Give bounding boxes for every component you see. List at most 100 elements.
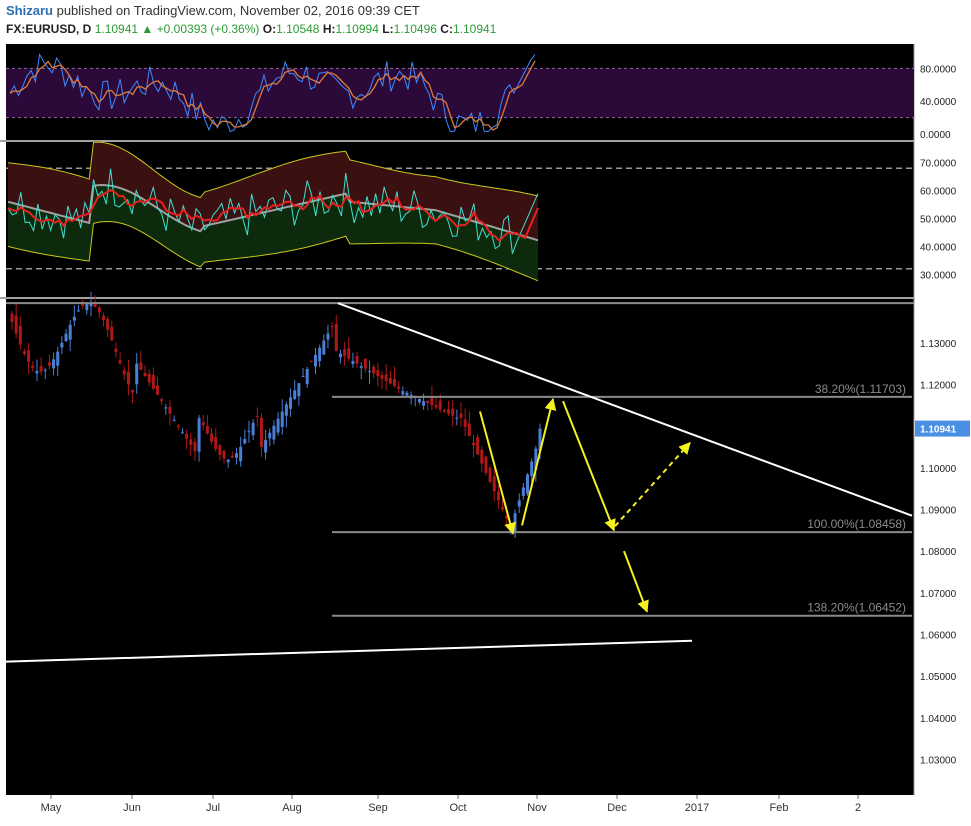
candle-body	[388, 377, 392, 384]
last-price: 1.10941	[94, 22, 139, 36]
time-axis-label: Oct	[449, 802, 466, 814]
candle-body	[417, 399, 421, 403]
candle-body	[189, 439, 193, 445]
candle-body	[214, 436, 218, 450]
candle-body	[235, 453, 239, 458]
candle-body	[309, 360, 313, 362]
candle-body	[347, 348, 351, 359]
candle-body	[480, 449, 484, 464]
candle-body	[31, 365, 35, 368]
ohlc-legend: FX:EURUSD, D 1.10941 ▲ +0.00393 (+0.36%)…	[6, 22, 496, 36]
candle-body	[305, 369, 309, 385]
candle-body	[239, 446, 243, 462]
price-tick-label: 1.12000	[920, 380, 957, 391]
chart-header: Shizaru published on TradingView.com, No…	[0, 0, 971, 42]
candle-body	[180, 432, 184, 434]
publish-info: Shizaru published on TradingView.com, No…	[6, 3, 420, 18]
candle-body	[289, 397, 293, 409]
candle-body	[521, 487, 525, 496]
candle-body	[463, 419, 467, 427]
candle-body	[264, 439, 268, 453]
candle-body	[484, 456, 488, 473]
candle-body	[126, 371, 130, 385]
candle-body	[459, 413, 463, 418]
candle-body	[455, 417, 459, 419]
close-label: C:	[440, 22, 453, 36]
candle-body	[434, 405, 438, 408]
candle-body	[276, 418, 280, 433]
author-name[interactable]: Shizaru	[6, 3, 53, 18]
chart-area[interactable]: 80.0000 40.0000 0.0000 70.0000 60.0000 50.000…	[0, 42, 971, 821]
candle-body	[272, 425, 276, 440]
candle-body	[143, 373, 147, 377]
rsi-tick-label: 60.0000	[920, 187, 957, 198]
candle-body	[97, 307, 101, 313]
candle-body	[247, 430, 251, 432]
high-value: 1.10994	[335, 22, 379, 36]
candle-body	[471, 442, 475, 446]
candle-body	[322, 340, 326, 355]
candle-body	[101, 315, 105, 321]
candle-body	[334, 323, 338, 352]
candle-body	[172, 419, 176, 421]
time-axis-label: Dec	[607, 802, 627, 814]
candle-body	[72, 316, 76, 321]
candle-body	[77, 310, 81, 312]
candle-body	[106, 318, 110, 330]
candle-body	[243, 439, 247, 444]
candle-body	[384, 374, 388, 382]
candle-body	[89, 304, 93, 307]
candle-body	[22, 351, 26, 355]
stochastic-tick-label: 40.0000	[920, 97, 957, 108]
candle-body	[60, 342, 64, 348]
price-change: +0.00393 (+0.36%)	[156, 22, 260, 36]
candle-body	[392, 378, 396, 387]
candle-body	[201, 422, 205, 426]
candle-body	[197, 418, 201, 452]
price-tick-label: 1.09000	[920, 505, 957, 516]
candle-body	[68, 324, 72, 340]
candle-body	[359, 366, 363, 368]
candle-body	[467, 423, 471, 437]
time-axis-background	[0, 795, 971, 821]
candle-body	[56, 351, 60, 366]
candle-body	[47, 362, 51, 366]
candle-body	[10, 313, 14, 322]
low-value: 1.10496	[393, 22, 437, 36]
candle-body	[255, 416, 259, 418]
high-label: H:	[322, 22, 336, 36]
time-axis-label: Feb	[770, 802, 789, 814]
candle-body	[380, 375, 384, 379]
candle-body	[151, 374, 155, 389]
candle-body	[164, 407, 168, 409]
price-tick-label: 1.06000	[920, 631, 957, 642]
fib-level-label: 100.00%(1.08458)	[807, 517, 906, 531]
price-tick-label: 1.10000	[920, 464, 957, 475]
candle-body	[297, 383, 301, 397]
candle-body	[284, 404, 288, 416]
candle-body	[372, 366, 376, 374]
time-axis-label: May	[41, 802, 62, 814]
candle-body	[488, 467, 492, 482]
candle-body	[368, 371, 372, 373]
publish-text: published on TradingView.com, November 0…	[56, 3, 420, 18]
candle-body	[122, 370, 126, 375]
candle-body	[530, 461, 534, 477]
candle-body	[222, 450, 226, 459]
candle-body	[526, 474, 530, 494]
fib-level-label: 38.20%(1.11703)	[815, 382, 906, 396]
candle-body	[35, 371, 39, 374]
candle-body	[218, 445, 222, 455]
low-label: L:	[382, 22, 394, 36]
current-price-label: 1.10941	[920, 425, 957, 436]
candle-body	[401, 391, 405, 395]
chart-svg[interactable]: 80.0000 40.0000 0.0000 70.0000 60.0000 50.000…	[0, 42, 971, 821]
rsi-tick-label: 40.0000	[920, 242, 957, 253]
candle-body	[85, 303, 89, 311]
candle-body	[230, 455, 234, 458]
rsi-tick-label: 50.0000	[920, 215, 957, 226]
candle-body	[496, 491, 500, 501]
candle-body	[343, 349, 347, 357]
time-axis-label: Aug	[282, 802, 302, 814]
price-panel	[6, 299, 914, 795]
